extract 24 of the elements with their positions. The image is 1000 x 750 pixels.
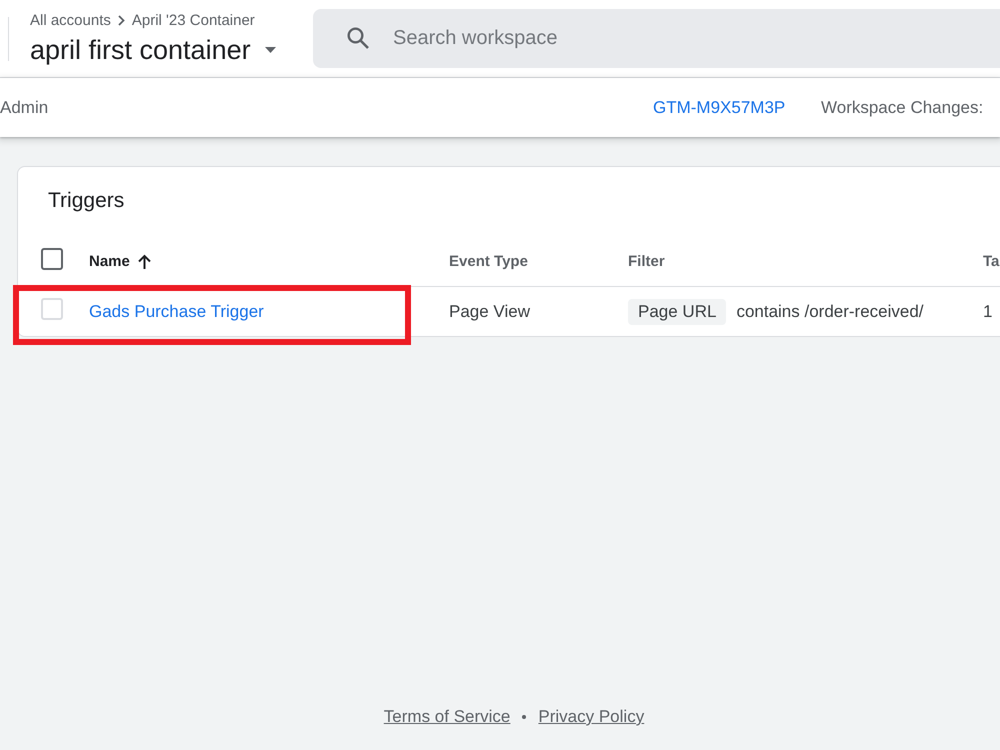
trigger-name-link[interactable]: Gads Purchase Trigger — [89, 302, 264, 322]
container-selector[interactable]: april first container — [30, 32, 276, 66]
table-cell: 1 — [983, 302, 992, 322]
breadcrumb-link[interactable]: April '23 Container — [132, 12, 255, 29]
card-title: Triggers — [47, 188, 126, 214]
breadcrumb-link[interactable]: All accounts — [30, 12, 111, 29]
column-header[interactable]: Ta — [983, 252, 1000, 270]
search-field[interactable]: Search workspace — [313, 9, 1000, 68]
column-header[interactable]: Filter — [628, 252, 665, 270]
caret-down-icon — [264, 46, 276, 52]
footer-link[interactable]: Privacy Policy — [538, 706, 644, 728]
column-header[interactable]: Event Type — [449, 252, 528, 270]
nav-link[interactable]: Admin — [0, 98, 48, 118]
separator-dot-icon — [522, 715, 526, 719]
column-header[interactable]: Name — [89, 252, 151, 270]
chevron-right-icon — [118, 15, 125, 26]
filter-chip: Page URL — [628, 298, 726, 324]
footer-link[interactable]: Terms of Service — [384, 706, 510, 728]
checkbox[interactable] — [41, 248, 63, 270]
filter-condition: contains /order-received/ — [736, 302, 924, 322]
table-cell: Page View — [449, 302, 530, 322]
search-icon — [347, 27, 369, 49]
container-id-link[interactable]: GTM-M9X57M3P — [653, 98, 821, 118]
workspace-changes-label: Workspace Changes: — [821, 98, 984, 118]
